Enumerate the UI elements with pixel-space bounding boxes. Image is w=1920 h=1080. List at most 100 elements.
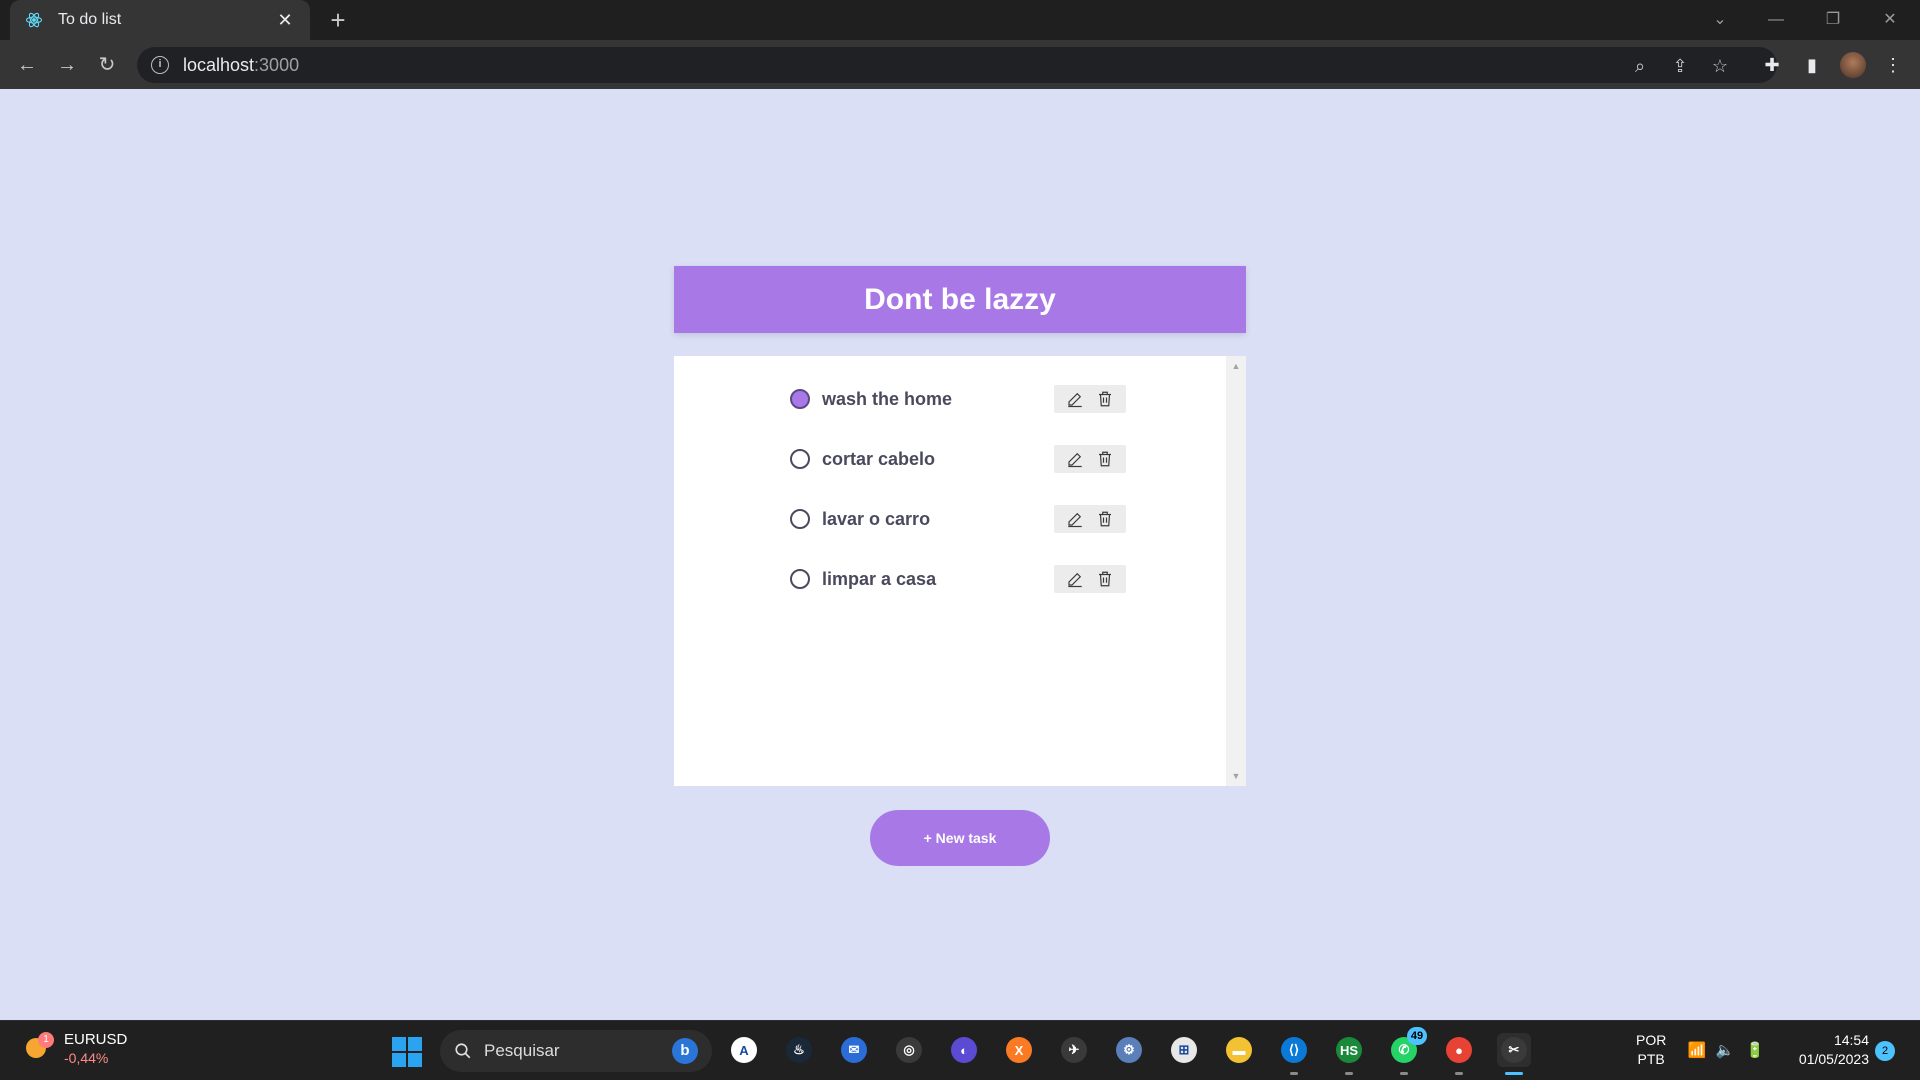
taskbar-app-vpn[interactable]: ◐ xyxy=(947,1033,981,1067)
volume-icon[interactable]: 🔈 xyxy=(1714,1041,1736,1061)
task-checkbox[interactable] xyxy=(790,449,810,469)
taskbar-app-settings[interactable]: ⚙ xyxy=(1112,1033,1146,1067)
chrome-icon: ● xyxy=(1446,1037,1472,1063)
delete-trash-icon[interactable] xyxy=(1093,507,1117,531)
tab-search-chevron-icon[interactable]: ⌄ xyxy=(1700,6,1740,34)
zoom-icon[interactable]: ⌕ xyxy=(1627,53,1653,79)
task-row: lavar o carro xyxy=(790,504,1126,534)
restore-button[interactable]: ❐ xyxy=(1813,6,1853,34)
running-indicator xyxy=(1290,1072,1298,1075)
taskbar-app-xampp[interactable]: X xyxy=(1002,1033,1036,1067)
browser-toolbar: ← → ↻ i localhost:3000 ⌕ ⇪ ☆ ✚ ▮ ⋮ xyxy=(0,40,1920,89)
bing-icon[interactable]: b xyxy=(672,1038,698,1064)
task-checkbox[interactable] xyxy=(790,389,810,409)
widget-title: EURUSD xyxy=(64,1031,128,1048)
delete-trash-icon[interactable] xyxy=(1093,387,1117,411)
taskbar-app-game[interactable]: ✈ xyxy=(1057,1033,1091,1067)
taskbar-app-app-blue-a[interactable]: A xyxy=(727,1033,761,1067)
scroll-up-arrow-icon[interactable]: ▲ xyxy=(1226,358,1246,374)
taskbar-app-windows-app[interactable]: ⊞ xyxy=(1167,1033,1201,1067)
widget-value: -0,44% xyxy=(64,1050,109,1066)
taskbar-app-whatsapp[interactable]: ✆ 49 xyxy=(1387,1027,1427,1067)
scroll-down-arrow-icon[interactable]: ▼ xyxy=(1226,768,1246,784)
taskbar-search[interactable]: Pesquisar b xyxy=(440,1030,712,1072)
task-checkbox[interactable] xyxy=(790,509,810,529)
app-header: Dont be lazzy xyxy=(674,266,1246,333)
delete-trash-icon[interactable] xyxy=(1093,567,1117,591)
delete-trash-icon[interactable] xyxy=(1093,447,1117,471)
game-icon: ✈ xyxy=(1061,1037,1087,1063)
extensions-puzzle-icon[interactable]: ✚ xyxy=(1759,52,1785,78)
task-text: wash the home xyxy=(822,388,953,409)
weather-widget[interactable]: 1 EURUSD -0,44% xyxy=(20,1031,127,1067)
mail-icon: ✉ xyxy=(841,1037,867,1063)
taskbar-app-file-explorer[interactable]: ▬ xyxy=(1222,1033,1256,1067)
scrollbar[interactable]: ▲ ▼ xyxy=(1226,356,1246,786)
task-actions xyxy=(1054,565,1126,593)
windows-taskbar: 1 EURUSD -0,44% Pesquisar b A ♨ ✉ ◎ ◐ X ✈ ⚙ ⊞ ▬ ⟨⟩… xyxy=(0,1020,1920,1080)
taskbar-app-obs[interactable]: ◎ xyxy=(892,1033,926,1067)
taskbar-app-chrome[interactable]: ● xyxy=(1442,1033,1476,1067)
task-checkbox[interactable] xyxy=(790,569,810,589)
bookmark-star-icon[interactable]: ☆ xyxy=(1707,53,1733,79)
task-row: wash the home xyxy=(790,384,1126,414)
url-text[interactable]: localhost:3000 xyxy=(183,55,299,76)
wifi-icon[interactable]: 📶 xyxy=(1686,1041,1708,1061)
language-indicator[interactable]: POR PTB xyxy=(1636,1031,1666,1069)
close-window-button[interactable]: ✕ xyxy=(1870,6,1910,34)
task-actions xyxy=(1054,445,1126,473)
task-row: cortar cabelo xyxy=(790,444,1126,474)
hs-icon: HS xyxy=(1336,1037,1362,1063)
snipping-tool-icon: ✂ xyxy=(1501,1037,1527,1063)
taskbar-app-hs[interactable]: HS xyxy=(1332,1033,1366,1067)
vscode-icon: ⟨⟩ xyxy=(1281,1037,1307,1063)
edit-pencil-icon[interactable] xyxy=(1063,447,1087,471)
vpn-icon: ◐ xyxy=(951,1037,977,1063)
search-icon xyxy=(455,1043,471,1059)
task-list-panel: wash the home cortar cabelo lavar o carro l… xyxy=(674,356,1246,786)
settings-icon: ⚙ xyxy=(1116,1037,1142,1063)
address-bar[interactable]: i localhost:3000 ⌕ ⇪ ☆ xyxy=(137,47,1777,83)
task-text: cortar cabelo xyxy=(822,448,936,469)
task-text: limpar a casa xyxy=(822,568,937,589)
search-placeholder: Pesquisar xyxy=(484,1041,560,1060)
side-panel-icon[interactable]: ▮ xyxy=(1799,52,1825,78)
profile-avatar[interactable] xyxy=(1840,52,1866,78)
clock-time: 14:54 xyxy=(1833,1032,1869,1048)
share-icon[interactable]: ⇪ xyxy=(1667,53,1693,79)
running-indicator xyxy=(1400,1072,1408,1075)
widget-icon: 1 xyxy=(20,1032,54,1064)
new-tab-button[interactable]: + xyxy=(324,6,352,34)
steam-icon: ♨ xyxy=(786,1037,812,1063)
taskbar-app-steam[interactable]: ♨ xyxy=(782,1033,816,1067)
clock[interactable]: 14:54 01/05/2023 xyxy=(1785,1031,1869,1069)
react-icon xyxy=(24,10,44,30)
task-row: limpar a casa xyxy=(790,564,1126,594)
browser-tab-active[interactable]: To do list ✕ xyxy=(10,0,310,40)
page-title: Dont be lazzy xyxy=(864,282,1056,316)
clock-date: 01/05/2023 xyxy=(1798,1051,1869,1067)
edit-pencil-icon[interactable] xyxy=(1063,507,1087,531)
tab-close-icon[interactable]: ✕ xyxy=(274,10,296,31)
taskbar-app-mail[interactable]: ✉ xyxy=(837,1033,871,1067)
battery-icon[interactable]: 🔋 xyxy=(1744,1041,1766,1061)
notification-badge[interactable]: 2 xyxy=(1875,1041,1895,1061)
menu-kebab-icon[interactable]: ⋮ xyxy=(1880,52,1906,78)
browser-tab-strip: To do list ✕ + ⌄ — ❐ ✕ xyxy=(0,0,1920,40)
minimize-button[interactable]: — xyxy=(1756,6,1796,34)
site-info-icon[interactable]: i xyxy=(151,56,169,74)
edit-pencil-icon[interactable] xyxy=(1063,387,1087,411)
forward-arrow-icon[interactable]: → xyxy=(52,50,82,80)
app-blue-a-icon: A xyxy=(731,1037,757,1063)
taskbar-app-vscode[interactable]: ⟨⟩ xyxy=(1277,1033,1311,1067)
reload-icon[interactable]: ↻ xyxy=(92,50,122,80)
app-badge: 49 xyxy=(1407,1027,1427,1045)
file-explorer-icon: ▬ xyxy=(1226,1037,1252,1063)
widget-badge: 1 xyxy=(38,1032,54,1048)
edit-pencil-icon[interactable] xyxy=(1063,567,1087,591)
taskbar-app-snipping-tool[interactable]: ✂ xyxy=(1497,1033,1531,1067)
obs-icon: ◎ xyxy=(896,1037,922,1063)
start-button[interactable] xyxy=(392,1037,422,1067)
back-arrow-icon[interactable]: ← xyxy=(12,50,42,80)
new-task-button[interactable]: + New task xyxy=(870,810,1050,866)
